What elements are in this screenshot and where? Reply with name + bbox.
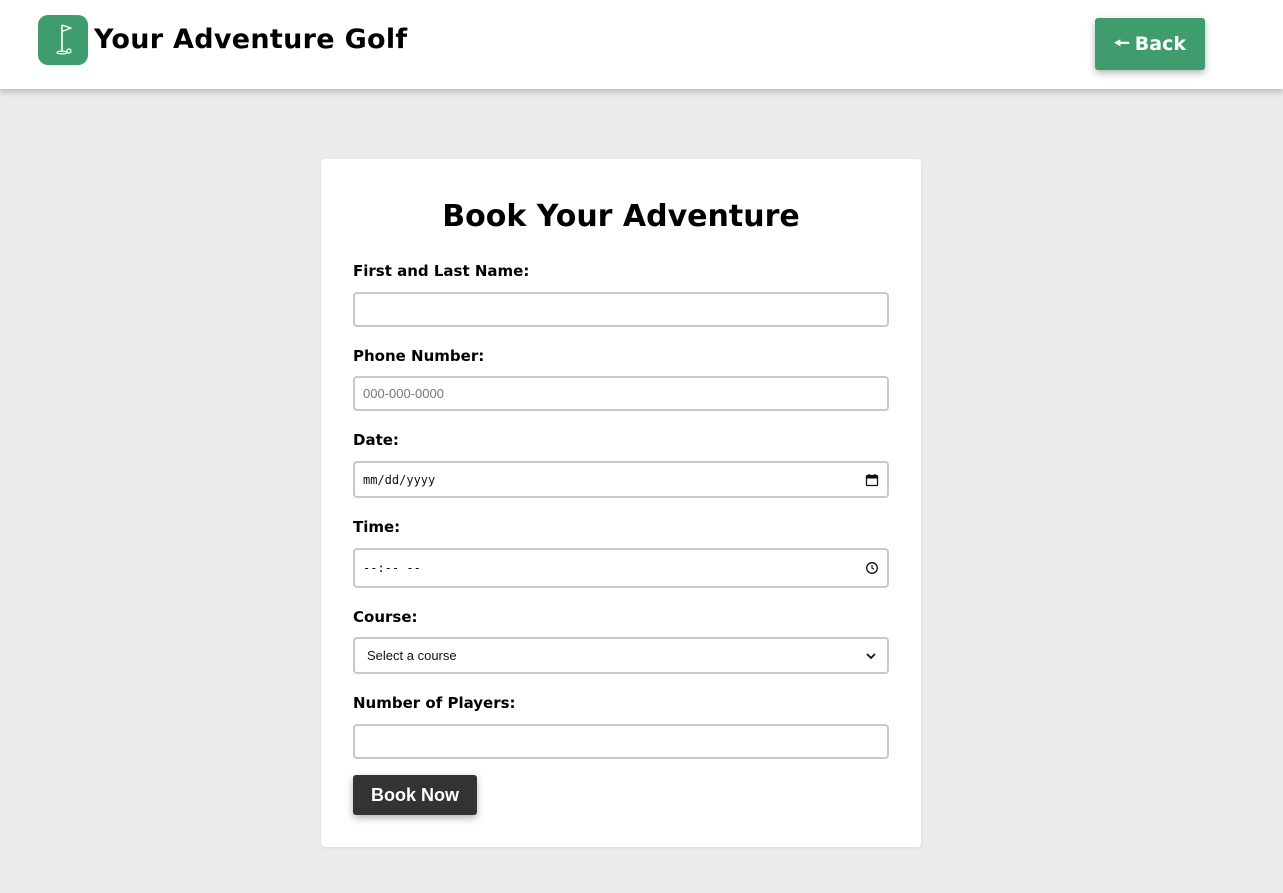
time-input[interactable]: --:-- --	[353, 548, 889, 588]
site-title[interactable]: Your Adventure Golf	[94, 22, 407, 58]
clock-icon[interactable]	[865, 561, 879, 575]
name-label: First and Last Name:	[353, 262, 530, 280]
players-input[interactable]	[353, 724, 889, 759]
time-placeholder: --:-- --	[363, 561, 421, 575]
course-select[interactable]: Select a course	[353, 637, 889, 674]
calendar-icon[interactable]	[865, 473, 879, 487]
site-header: Your Adventure Golf 🠔 Back	[0, 0, 1283, 89]
course-label: Course:	[353, 608, 418, 626]
course-selected-value: Select a course	[367, 648, 457, 663]
date-label: Date:	[353, 431, 399, 449]
time-label: Time:	[353, 518, 401, 536]
players-label: Number of Players:	[353, 694, 516, 712]
date-input[interactable]: mm/dd/yyyy	[353, 461, 889, 498]
phone-label: Phone Number:	[353, 347, 485, 365]
back-button[interactable]: 🠔 Back	[1095, 18, 1205, 70]
phone-input[interactable]	[353, 376, 889, 411]
golf-flag-icon[interactable]	[38, 15, 88, 65]
book-now-button[interactable]: Book Now	[353, 775, 477, 815]
form-title: Book Your Adventure	[442, 199, 800, 234]
name-input[interactable]	[353, 292, 889, 327]
date-placeholder: mm/dd/yyyy	[363, 472, 436, 487]
arrow-left-icon: 🠔	[1114, 33, 1130, 54]
booking-form: Book Your Adventure First and Last Name:…	[321, 159, 921, 847]
chevron-down-icon	[866, 652, 876, 659]
back-button-label: Back	[1134, 33, 1186, 55]
